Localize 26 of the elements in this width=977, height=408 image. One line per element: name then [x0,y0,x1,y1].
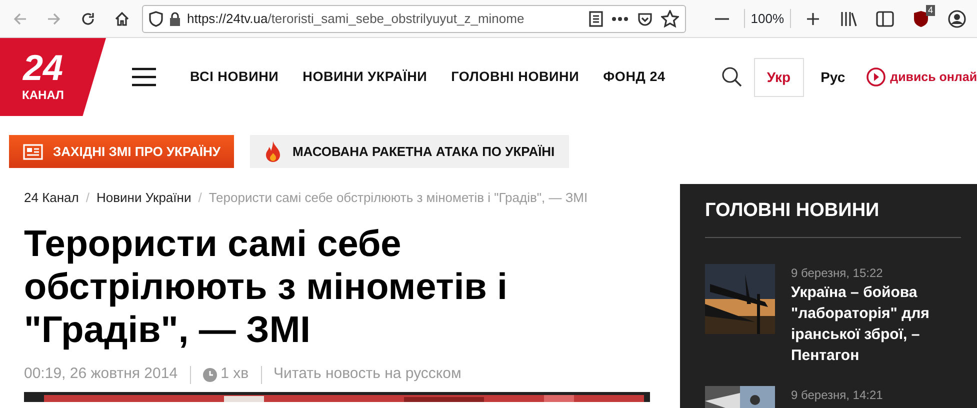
news-headline[interactable]: Україна – бойова "лабораторія" для іранської зброї, – Пентагон [791,282,977,366]
promo-button[interactable]: ЗАХІДНІ ЗМІ ПРО УКРАЇНУ [9,135,234,168]
logo[interactable]: 24 КАНАЛ [0,38,106,116]
nav-link[interactable]: ВСІ НОВИНИ [190,66,279,88]
article-title: Терористи самі себе обстрілюють з мінометів і "Градів", — ЗМІ [24,222,508,352]
read-time: 1 хв [220,364,249,384]
extension-button[interactable]: 4 [907,4,935,32]
notification-badge: 4 [926,4,935,16]
breadcrumb-link[interactable]: 24 Канал [24,188,79,208]
nav-link[interactable]: ФОНД 24 [603,66,666,88]
breadcrumb-link[interactable]: Новини України [96,188,192,208]
zoom-level[interactable]: 100% [744,8,791,28]
breadcrumb-separator: / [198,189,202,207]
address-bar[interactable]: https://24tv.ua/teroristi_sami_sebe_obstrilyuyut_z_minome [142,4,686,32]
language-button[interactable]: Укр [754,58,804,96]
promo-button[interactable]: МАСОВАНА РАКЕТНА АТАКА ПО УКРАЇНІ [250,135,569,168]
news-time: 9 березня, 14:21 [791,386,883,404]
language-button[interactable]: Рус [808,58,858,96]
news-time: 9 березня, 15:22 [791,264,884,282]
watch-online-link[interactable]: дивись онлай [866,67,977,87]
url-text: https://24tv.ua/teroristi_sami_sebe_obstrilyuyut_z_minome [187,10,524,28]
section-heading: ГОЛОВНІ НОВИНИ [705,200,961,238]
publish-date: 00:19, 26 жовтня 2014 [24,364,178,384]
nav-link[interactable]: ГОЛОВНІ НОВИНИ [451,66,580,88]
nav-link[interactable]: НОВИНИ УКРАЇНИ [302,66,428,88]
breadcrumb-separator: / [86,189,90,207]
